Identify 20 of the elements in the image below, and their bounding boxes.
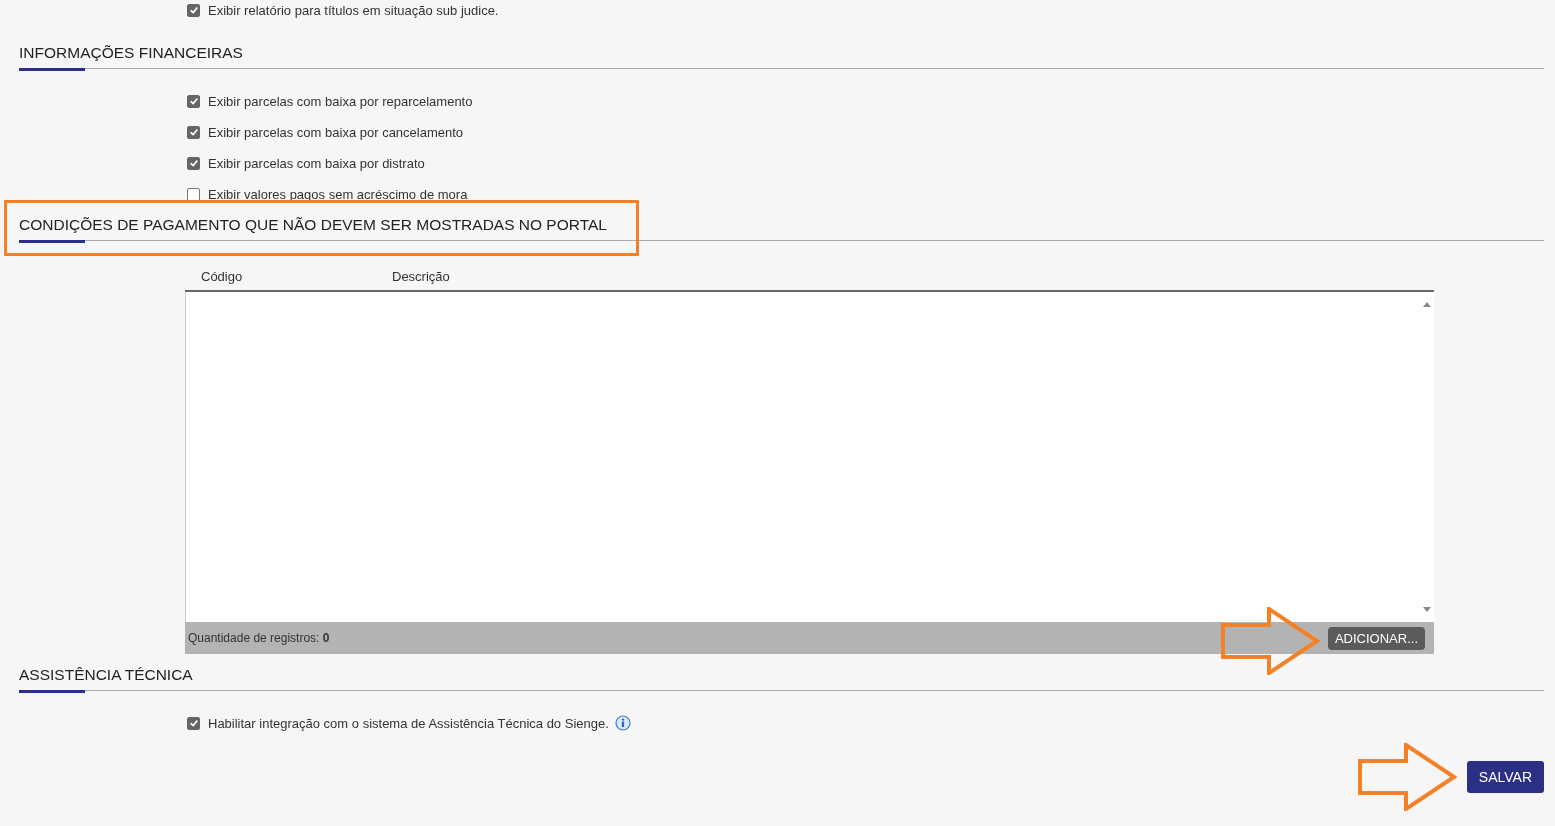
option-label: Exibir relatório para títulos em situação sub judice.: [208, 2, 499, 18]
section-title: CONDIÇÕES DE PAGAMENTO QUE NÃO DEVEM SER MOSTRADAS NO PORTAL: [19, 216, 608, 234]
record-count: Quantidade de registros: 0: [188, 631, 330, 645]
checkbox[interactable]: [187, 156, 200, 170]
checkbox[interactable]: [187, 125, 200, 139]
checkbox[interactable]: [187, 94, 200, 108]
column-header[interactable]: Código: [201, 269, 392, 284]
option-label: Exibir parcelas com baixa por cancelamento: [208, 124, 464, 140]
checkbox[interactable]: [187, 716, 200, 730]
add-button[interactable]: ADICIONAR...: [1327, 626, 1425, 650]
checkbox[interactable]: [187, 3, 200, 17]
option-label: Exibir parcelas com baixa por distrato: [208, 155, 425, 171]
column-header[interactable]: Descrição: [392, 269, 450, 284]
checkbox[interactable]: [187, 187, 200, 201]
section-title: ASSISTÊNCIA TÉCNICA: [19, 666, 194, 684]
save-button[interactable]: SALVAR: [1466, 761, 1544, 793]
section-title: INFORMAÇÕES FINANCEIRAS: [19, 44, 244, 62]
option-label: Habilitar integração com o sistema de Assistência Técnica do Sienge.: [208, 715, 609, 731]
info-icon[interactable]: [614, 715, 631, 731]
option-label: Exibir parcelas com baixa por reparcelamento: [208, 93, 473, 109]
